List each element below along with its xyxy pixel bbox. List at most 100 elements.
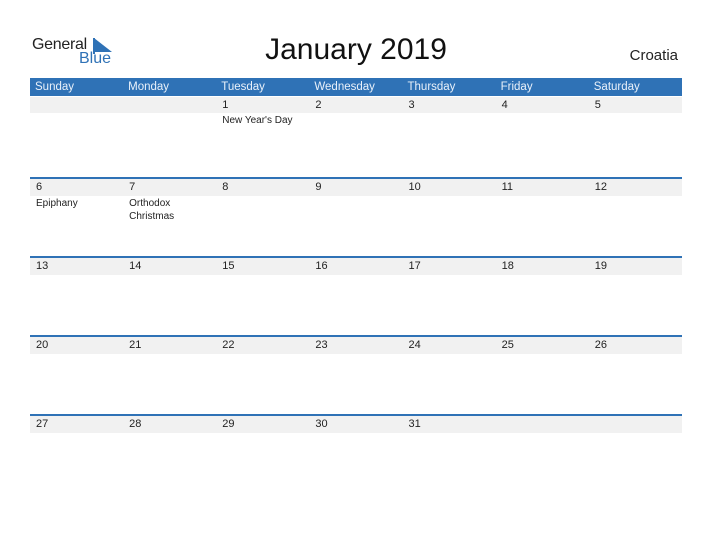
day-number: 10	[402, 179, 496, 196]
day-cell	[495, 416, 589, 493]
holiday-label	[123, 354, 216, 355]
week-row: 13 14 15 16 17 18 19	[30, 256, 682, 335]
day-cell: 30	[309, 416, 403, 493]
day-cell: 28	[123, 416, 217, 493]
day-cell: 8	[216, 179, 310, 256]
weekday-friday: Friday	[500, 81, 533, 93]
day-number: 25	[495, 337, 589, 354]
day-number: 17	[402, 258, 496, 275]
day-cell: 12	[588, 179, 682, 256]
day-cell: 22	[216, 337, 310, 414]
holiday-label	[216, 354, 309, 355]
day-cell: 27	[30, 416, 124, 493]
week-row: 6 Epiphany 7 Orthodox Christmas 8 9 10 11 12	[30, 177, 682, 256]
day-number: 23	[309, 337, 403, 354]
day-number: 3	[402, 97, 496, 113]
day-cell	[588, 416, 682, 493]
day-cell: 14	[123, 258, 217, 335]
day-number	[495, 416, 589, 433]
day-number: 14	[123, 258, 217, 275]
day-number: 27	[30, 416, 124, 433]
holiday-label	[589, 433, 682, 434]
holiday-label	[496, 275, 589, 276]
week-row: 20 21 22 23 24 25 26	[30, 335, 682, 414]
day-number: 11	[495, 179, 589, 196]
country-label: Croatia	[629, 47, 678, 64]
day-cell: 25	[495, 337, 589, 414]
holiday-label	[30, 354, 123, 355]
day-number: 19	[588, 258, 682, 275]
holiday-label	[309, 433, 402, 434]
day-number: 26	[588, 337, 682, 354]
day-cell: 7 Orthodox Christmas	[123, 179, 217, 256]
day-number: 31	[402, 416, 496, 433]
weekday-tuesday: Tuesday	[221, 81, 265, 93]
week-row: 1 New Year's Day 2 3 4 5	[30, 96, 682, 177]
holiday-label	[589, 113, 682, 114]
week-row: 27 28 29 30 31	[30, 414, 682, 493]
day-cell: 6 Epiphany	[30, 179, 124, 256]
day-cell: 3	[402, 96, 496, 177]
holiday-label	[216, 275, 309, 276]
weekday-wednesday: Wednesday	[314, 81, 375, 93]
day-number: 30	[309, 416, 403, 433]
day-cell: 20	[30, 337, 124, 414]
holiday-label	[403, 354, 496, 355]
day-number: 13	[30, 258, 124, 275]
day-cell: 16	[309, 258, 403, 335]
day-number: 22	[216, 337, 310, 354]
holiday-label	[309, 275, 402, 276]
holiday-label	[30, 433, 123, 434]
day-cell: 17	[402, 258, 496, 335]
day-cell: 1 New Year's Day	[216, 96, 310, 177]
day-cell: 26	[588, 337, 682, 414]
holiday-label: New Year's Day	[222, 115, 293, 126]
holiday-label	[589, 354, 682, 355]
day-cell: 29	[216, 416, 310, 493]
day-cell: 31	[402, 416, 496, 493]
holiday-label	[496, 113, 589, 114]
day-cell: 9	[309, 179, 403, 256]
weekday-header: Sunday Monday Tuesday Wednesday Thursday…	[30, 78, 682, 96]
holiday-label	[123, 113, 216, 114]
holiday-label	[589, 275, 682, 276]
day-number: 29	[216, 416, 310, 433]
day-number: 7	[123, 179, 217, 196]
day-cell: 11	[495, 179, 589, 256]
holiday-label	[123, 275, 216, 276]
holiday-label	[403, 113, 496, 114]
holiday-label	[496, 433, 589, 434]
holiday-label	[589, 196, 682, 197]
day-cell	[30, 96, 124, 177]
day-cell: 24	[402, 337, 496, 414]
day-number	[30, 97, 124, 113]
day-number: 24	[402, 337, 496, 354]
holiday-label: Epiphany	[36, 198, 78, 209]
day-number: 20	[30, 337, 124, 354]
day-number	[123, 97, 217, 113]
holiday-label: Orthodox Christmas	[129, 198, 175, 222]
holiday-label	[30, 275, 123, 276]
holiday-label	[496, 354, 589, 355]
day-cell: 5	[588, 96, 682, 177]
day-cell: 23	[309, 337, 403, 414]
day-number: 16	[309, 258, 403, 275]
calendar-grid: Sunday Monday Tuesday Wednesday Thursday…	[30, 78, 682, 493]
holiday-label	[30, 113, 123, 114]
holiday-label	[496, 196, 589, 197]
day-number: 4	[495, 97, 589, 113]
holiday-label	[309, 196, 402, 197]
day-number: 18	[495, 258, 589, 275]
holiday-label	[123, 433, 216, 434]
holiday-label	[403, 196, 496, 197]
day-number: 6	[30, 179, 124, 196]
day-number: 21	[123, 337, 217, 354]
day-number: 9	[309, 179, 403, 196]
day-cell: 2	[309, 96, 403, 177]
page-title: January 2019	[265, 33, 447, 66]
day-cell: 21	[123, 337, 217, 414]
weekday-saturday: Saturday	[593, 81, 640, 93]
day-number: 28	[123, 416, 217, 433]
holiday-label	[216, 196, 309, 197]
holiday-label	[403, 433, 496, 434]
